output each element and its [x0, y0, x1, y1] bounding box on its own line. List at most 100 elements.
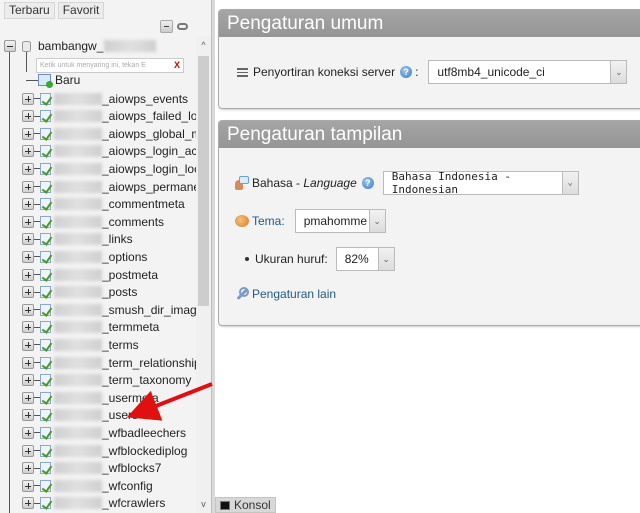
table-item[interactable]: _comments [22, 213, 164, 230]
theme-label[interactable]: Tema: [252, 214, 285, 228]
table-item[interactable]: _wfconfig [22, 477, 153, 494]
scroll-down-icon[interactable]: v [196, 497, 211, 511]
help-icon[interactable]: ? [400, 66, 413, 78]
table-item[interactable]: _termmeta [22, 319, 159, 336]
table-item[interactable]: _smush_dir_images [22, 301, 196, 318]
table-name[interactable]: _commentmeta [102, 197, 185, 211]
table-icon[interactable] [40, 92, 51, 105]
table-icon[interactable] [40, 233, 51, 246]
collation-select[interactable]: utf8mb4_unicode_ci ⌄ [428, 60, 628, 84]
table-icon[interactable] [40, 250, 51, 263]
new-table-label[interactable]: Baru [55, 73, 80, 87]
table-icon[interactable] [40, 356, 51, 369]
database-name[interactable]: bambangw_ [38, 39, 103, 53]
table-name[interactable]: _posts [102, 285, 137, 299]
font-size-select[interactable]: 82% ⌄ [335, 247, 395, 271]
more-settings-link[interactable]: Pengaturan lain [252, 287, 336, 301]
table-name[interactable]: _wfblocks7 [102, 461, 161, 475]
table-item[interactable]: _users [22, 407, 138, 424]
collapse-all-icon[interactable] [160, 20, 173, 33]
table-item[interactable]: _aiowps_login_activity [22, 143, 196, 160]
table-icon[interactable] [40, 162, 51, 175]
expand-icon[interactable] [22, 233, 34, 246]
expand-icon[interactable] [22, 391, 34, 404]
table-name[interactable]: _comments [102, 215, 164, 229]
table-item[interactable]: _wfbadleechers [22, 424, 186, 441]
table-item[interactable]: _commentmeta [22, 196, 185, 213]
table-name[interactable]: _users [102, 408, 138, 422]
table-icon[interactable] [40, 127, 51, 140]
console-toggle[interactable]: Konsol [215, 497, 276, 513]
table-name[interactable]: _wfbadleechers [102, 426, 186, 440]
table-icon[interactable] [40, 110, 51, 123]
table-item[interactable]: _term_taxonomy [22, 372, 191, 389]
language-select[interactable]: Bahasa Indonesia - Indonesian ⌄ [382, 170, 579, 196]
table-name[interactable]: _options [102, 250, 147, 264]
expand-icon[interactable] [22, 250, 34, 263]
table-item[interactable]: _aiowps_permanent_b [22, 178, 196, 195]
table-icon[interactable] [40, 426, 51, 439]
table-item[interactable]: _posts [22, 284, 137, 301]
table-item[interactable]: _postmeta [22, 266, 158, 283]
expand-icon[interactable] [22, 479, 34, 492]
clear-filter-button[interactable]: X [174, 61, 180, 70]
table-item[interactable]: _aiowps_global_meta [22, 125, 196, 142]
expand-icon[interactable] [22, 497, 34, 510]
expand-icon[interactable] [22, 198, 34, 211]
expand-icon[interactable] [22, 180, 34, 193]
table-icon[interactable] [40, 198, 51, 211]
table-item[interactable]: _aiowps_events [22, 90, 188, 107]
table-icon[interactable] [40, 215, 51, 228]
nav-scrollbar[interactable]: ^ v [196, 36, 211, 513]
scroll-thumb[interactable] [198, 56, 209, 306]
expand-icon[interactable] [22, 303, 34, 316]
expand-icon[interactable] [22, 286, 34, 299]
table-item[interactable]: _wfblockediplog [22, 442, 187, 459]
collapse-icon[interactable] [4, 40, 16, 52]
table-name[interactable]: _termmeta [102, 320, 159, 334]
tab-favorites[interactable]: Favorit [57, 2, 105, 19]
table-icon[interactable] [40, 145, 51, 158]
table-name[interactable]: _aiowps_events [102, 92, 188, 106]
help-icon[interactable]: ? [361, 177, 374, 189]
table-item[interactable]: _options [22, 248, 147, 265]
table-icon[interactable] [40, 321, 51, 334]
table-name[interactable]: _terms [102, 338, 139, 352]
table-filter-input[interactable]: Ketik untuk menyaring ini, tekan E X [36, 58, 184, 73]
table-name[interactable]: _aiowps_global_meta [102, 127, 196, 141]
expand-icon[interactable] [22, 356, 34, 369]
expand-icon[interactable] [22, 145, 34, 158]
expand-icon[interactable] [22, 374, 34, 387]
table-name[interactable]: _wfblockediplog [102, 444, 187, 458]
expand-icon[interactable] [22, 426, 34, 439]
table-icon[interactable] [40, 409, 51, 422]
chevron-down-icon[interactable]: ⌄ [368, 210, 385, 232]
expand-icon[interactable] [22, 321, 34, 334]
table-icon[interactable] [40, 497, 51, 510]
table-item[interactable]: _usermeta [22, 389, 159, 406]
scroll-up-icon[interactable]: ^ [196, 38, 211, 52]
table-item[interactable]: _aiowps_failed_logins [22, 108, 196, 125]
table-item[interactable]: _aiowps_login_lockdo [22, 160, 196, 177]
table-name[interactable]: _aiowps_login_activity [102, 144, 196, 158]
table-icon[interactable] [40, 268, 51, 281]
table-item[interactable]: _links [22, 231, 133, 248]
table-icon[interactable] [40, 462, 51, 475]
table-icon[interactable] [40, 286, 51, 299]
chevron-down-icon[interactable]: ⌄ [561, 172, 578, 194]
table-name[interactable]: _postmeta [102, 268, 158, 282]
table-icon[interactable] [40, 374, 51, 387]
table-name[interactable]: _aiowps_permanent_b [102, 180, 196, 194]
table-name[interactable]: _wfconfig [102, 479, 153, 493]
table-item[interactable]: _wfblocks7 [22, 460, 161, 477]
expand-icon[interactable] [22, 127, 34, 140]
table-name[interactable]: _term_relationships [102, 356, 196, 370]
table-name[interactable]: _aiowps_login_lockdo [102, 162, 196, 176]
table-icon[interactable] [40, 391, 51, 404]
table-icon[interactable] [40, 338, 51, 351]
expand-icon[interactable] [22, 92, 34, 105]
table-item[interactable]: _terms [22, 336, 139, 353]
table-icon[interactable] [40, 444, 51, 457]
panel-resizer[interactable] [211, 0, 215, 513]
expand-icon[interactable] [22, 444, 34, 457]
